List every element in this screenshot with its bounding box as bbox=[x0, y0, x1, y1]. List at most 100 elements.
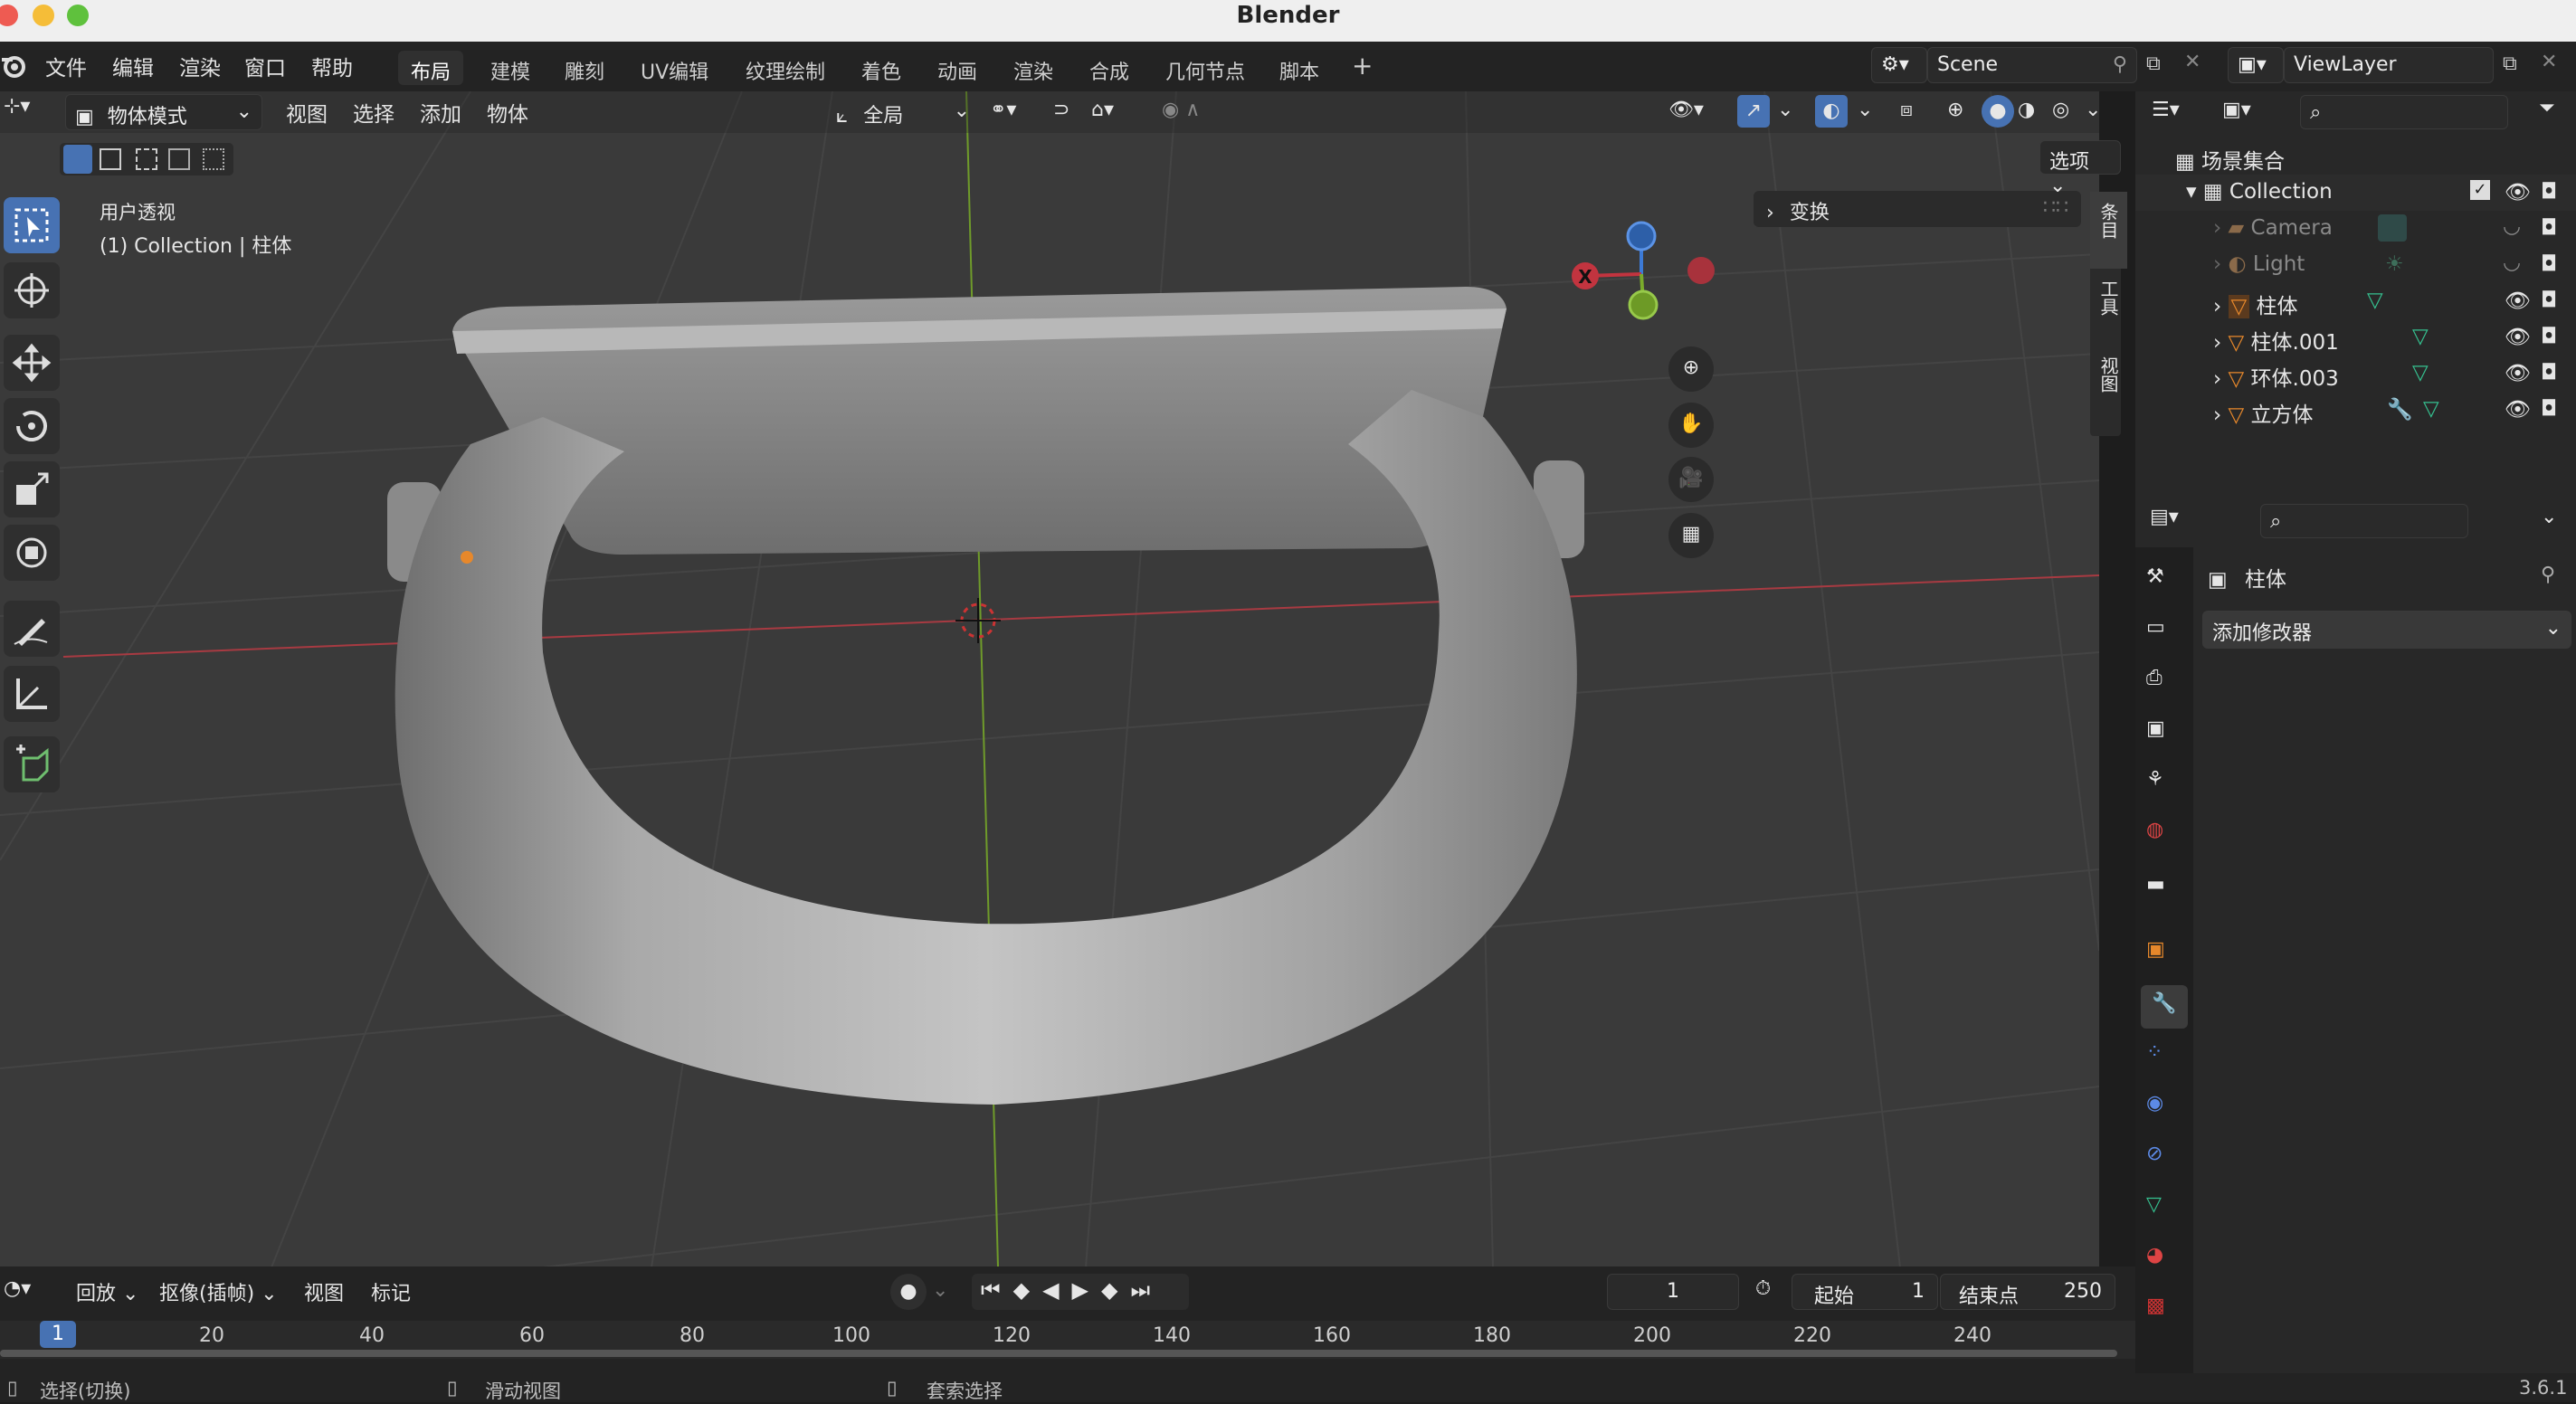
hidden-eye-icon[interactable]: ◡ bbox=[2503, 214, 2521, 238]
outliner-row-torus-003[interactable]: › ▽ 环体.003 ▽ 👁 ◘ bbox=[2135, 356, 2576, 392]
data-tab-icon[interactable]: ▽ bbox=[2146, 1193, 2182, 1229]
modifier-wrench-icon[interactable]: 🔧 bbox=[2387, 397, 2413, 422]
menu-file[interactable]: 文件 bbox=[45, 51, 87, 81]
new-viewlayer-icon[interactable]: ⧉ bbox=[2503, 52, 2517, 75]
play-icon[interactable]: ▶ bbox=[1072, 1277, 1101, 1303]
expand-icon[interactable]: › bbox=[2213, 367, 2221, 391]
camera-render-icon[interactable]: ◘ bbox=[2541, 289, 2557, 312]
timeline-scrollbar[interactable] bbox=[0, 1350, 2117, 1357]
expand-icon[interactable]: ▾ bbox=[2186, 180, 2197, 204]
mesh-data-icon[interactable]: ▽ bbox=[2423, 397, 2439, 421]
outliner-row-light[interactable]: › ◐ Light ☀ ◡ ◘ bbox=[2135, 247, 2576, 283]
proportional-edit-icon[interactable]: ◉ ∧ bbox=[1162, 99, 1200, 121]
tab-sculpting[interactable]: 雕刻 bbox=[552, 51, 617, 85]
editor-type-button[interactable]: ⊹▾ bbox=[4, 95, 54, 129]
eye-icon[interactable]: 👁 bbox=[2505, 397, 2531, 422]
menu-add[interactable]: 添加 bbox=[420, 97, 461, 128]
ortho-toggle-icon[interactable]: ▦ bbox=[1668, 513, 1714, 558]
object-tab-icon[interactable]: ▣ bbox=[2146, 938, 2182, 974]
mesh-data-icon[interactable]: ▽ bbox=[2367, 289, 2383, 312]
collection-checkbox[interactable]: ✓ bbox=[2470, 180, 2490, 200]
tab-modeling[interactable]: 建模 bbox=[478, 51, 543, 85]
select-difference-icon[interactable] bbox=[168, 148, 190, 170]
overlay-toggle-icon[interactable]: ◐ bbox=[1815, 95, 1848, 128]
outliner-display-mode-icon[interactable]: ☰▾ bbox=[2152, 99, 2180, 121]
navigation-gizmo[interactable]: X bbox=[1564, 209, 1726, 354]
menu-window[interactable]: 窗口 bbox=[244, 51, 286, 81]
rendered-shading-icon[interactable]: ◎ bbox=[2052, 99, 2069, 121]
scale-tool[interactable] bbox=[4, 461, 60, 517]
timeline-marker-menu[interactable]: 标记 bbox=[371, 1277, 411, 1306]
move-tool[interactable] bbox=[4, 335, 60, 391]
scene-name-field[interactable]: Scene ⚲ bbox=[1927, 47, 2137, 83]
3d-viewport[interactable]: 用户透视 (1) Collection | 柱体 X ⊕ ✋ 🎥 ▦ › 变换 … bbox=[0, 91, 2099, 1267]
select-subtract-icon[interactable] bbox=[136, 148, 157, 170]
transform-orientation-select[interactable]: ⟀ 全局 ⌄ bbox=[836, 94, 970, 130]
material-shading-icon[interactable]: ◑ bbox=[2018, 99, 2035, 121]
pivot-point-icon[interactable]: ⚭▾ bbox=[990, 99, 1016, 121]
cursor-tool[interactable] bbox=[4, 262, 60, 318]
tab-rendering[interactable]: 渲染 bbox=[1001, 51, 1066, 85]
zoom-icon[interactable]: ⊕ bbox=[1668, 346, 1714, 392]
camera-data-icon[interactable] bbox=[2378, 214, 2407, 242]
select-intersect-icon[interactable] bbox=[203, 148, 224, 170]
light-data-icon[interactable]: ☀ bbox=[2385, 252, 2404, 276]
tab-uv-editing[interactable]: UV编辑 bbox=[628, 51, 721, 85]
mode-select[interactable]: ▣ 物体模式 ⌄ bbox=[65, 94, 262, 130]
wireframe-shading-icon[interactable]: ⊕ bbox=[1947, 99, 1963, 121]
material-tab-icon[interactable]: ◕ bbox=[2146, 1244, 2182, 1280]
camera-render-icon[interactable]: ◘ bbox=[2541, 216, 2557, 240]
pan-hand-icon[interactable]: ✋ bbox=[1668, 403, 1714, 448]
measure-tool[interactable] bbox=[4, 666, 60, 722]
outliner-filter-mode-icon[interactable]: ▣▾ bbox=[2222, 99, 2251, 121]
play-reverse-icon[interactable]: ◀ bbox=[1042, 1277, 1071, 1303]
outliner-row-camera[interactable]: › ▰ Camera ◡ ◘ bbox=[2135, 211, 2576, 247]
record-icon[interactable]: ● bbox=[890, 1274, 927, 1310]
properties-search-input[interactable]: ⌕ bbox=[2260, 504, 2468, 538]
playback-menu[interactable]: 回放 ⌄ bbox=[76, 1277, 138, 1306]
filter-icon[interactable]: ⏷ bbox=[2539, 97, 2555, 119]
drag-handle-icon[interactable]: ∷∷ bbox=[2043, 196, 2068, 219]
xray-toggle-icon[interactable]: ⧈ bbox=[1900, 99, 1913, 121]
modifier-tab-icon[interactable]: 🔧 bbox=[2141, 985, 2188, 1029]
outliner-search-input[interactable]: ⌕ bbox=[2300, 95, 2508, 129]
sidebar-tab-item[interactable]: 条目 bbox=[2090, 192, 2127, 269]
transform-tool[interactable] bbox=[4, 525, 60, 581]
current-frame-field[interactable]: 1 bbox=[1607, 1274, 1739, 1310]
minimize-window-button[interactable] bbox=[33, 5, 54, 26]
tab-geometry-nodes[interactable]: 几何节点 bbox=[1153, 51, 1258, 85]
jump-start-icon[interactable]: ⏮ bbox=[981, 1277, 1013, 1303]
camera-render-icon[interactable]: ◘ bbox=[2541, 180, 2557, 204]
tab-texture-paint[interactable]: 纹理绘制 bbox=[733, 51, 838, 85]
select-new-icon[interactable] bbox=[63, 145, 92, 174]
viewlayer-browse-button[interactable]: ▣▾ bbox=[2228, 47, 2284, 83]
tab-scripting[interactable]: 脚本 bbox=[1267, 51, 1332, 85]
pin-icon[interactable]: ⚲ bbox=[2541, 564, 2555, 586]
chevron-down-icon[interactable]: ⌄ bbox=[1857, 99, 1873, 121]
add-workspace-button[interactable]: + bbox=[1339, 45, 1385, 81]
solid-shading-icon[interactable]: ● bbox=[1982, 95, 2014, 128]
sidebar-tab-view[interactable]: 视图 bbox=[2090, 346, 2127, 422]
camera-view-icon[interactable]: 🎥 bbox=[1668, 457, 1714, 502]
hidden-eye-icon[interactable]: ◡ bbox=[2503, 251, 2521, 274]
render-tab-icon[interactable]: ▭ bbox=[2146, 616, 2182, 652]
next-keyframe-icon[interactable]: ◆ bbox=[1101, 1277, 1130, 1303]
viewport-options-button[interactable]: 选项 ⌄ bbox=[2039, 140, 2121, 197]
menu-edit[interactable]: 编辑 bbox=[112, 51, 154, 81]
new-scene-icon[interactable]: ⧉ bbox=[2146, 52, 2161, 75]
eye-icon[interactable]: 👁 bbox=[2505, 289, 2531, 313]
blender-logo-icon[interactable] bbox=[0, 51, 31, 81]
delete-viewlayer-icon[interactable]: ✕ bbox=[2541, 51, 2557, 73]
select-extend-icon[interactable] bbox=[100, 148, 121, 170]
jump-end-icon[interactable]: ⏭ bbox=[1130, 1277, 1163, 1303]
prev-keyframe-icon[interactable]: ◆ bbox=[1013, 1277, 1042, 1303]
chevron-down-icon[interactable]: ⌄ bbox=[2541, 506, 2557, 528]
add-modifier-button[interactable]: 添加修改器 ⌄ bbox=[2202, 611, 2571, 649]
snap-target-icon[interactable]: ⌂▾ bbox=[1091, 99, 1114, 121]
delete-scene-icon[interactable]: ✕ bbox=[2184, 51, 2201, 73]
camera-render-icon[interactable]: ◘ bbox=[2541, 252, 2557, 276]
view-layer-tab-icon[interactable]: ▣ bbox=[2146, 717, 2182, 754]
frame-start-field[interactable]: 起始 1 bbox=[1792, 1274, 1938, 1310]
world-tab-icon[interactable]: ◍ bbox=[2146, 819, 2182, 855]
sidebar-tab-tool[interactable]: 工具 bbox=[2090, 269, 2127, 346]
